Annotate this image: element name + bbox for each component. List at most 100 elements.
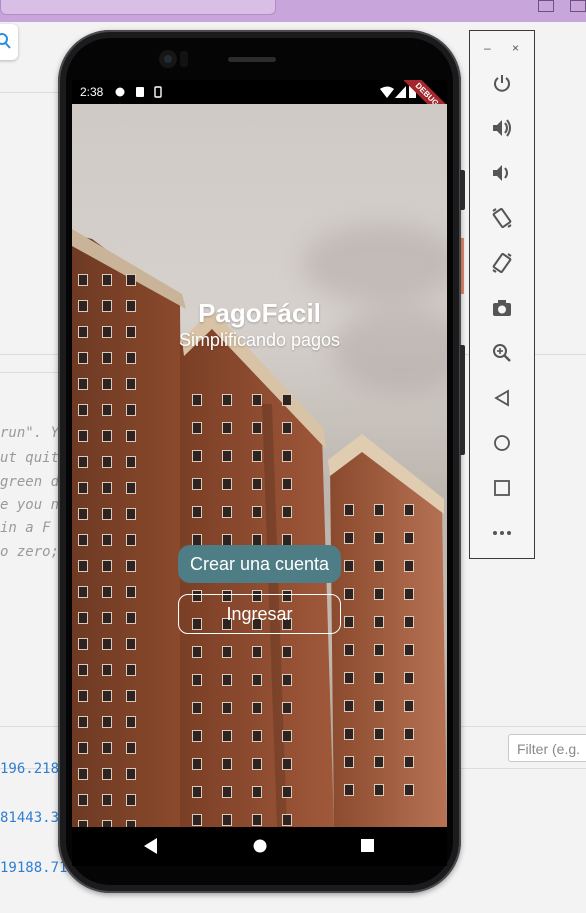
building-window: [252, 730, 262, 742]
building-window: [102, 430, 112, 442]
back-icon[interactable]: [144, 838, 158, 854]
building-window: [374, 532, 384, 544]
building-window: [344, 672, 354, 684]
building-window: [126, 482, 136, 494]
layout-icon-2[interactable]: [570, 0, 586, 12]
building-window: [222, 422, 232, 434]
building-window: [282, 422, 292, 434]
back-button[interactable]: [470, 383, 534, 413]
building-window: [102, 664, 112, 676]
building-window: [78, 820, 88, 827]
building-window: [126, 456, 136, 468]
building-window: [102, 508, 112, 520]
building-window: [252, 758, 262, 770]
screenshot-button[interactable]: [470, 293, 534, 323]
create-account-button[interactable]: Crear una cuenta: [178, 545, 341, 583]
rotate-right-button[interactable]: [470, 248, 534, 278]
welcome-screen: PagoFácil Simplificando pagos Crear una …: [72, 104, 447, 827]
proximity-sensor: [180, 51, 188, 67]
more-button[interactable]: [470, 518, 534, 548]
back-icon: [494, 389, 509, 407]
code-line: in a F: [0, 520, 51, 536]
building-window: [282, 506, 292, 518]
building-window: [78, 664, 88, 676]
building-window: [344, 616, 354, 628]
ide-search-button[interactable]: [0, 24, 18, 60]
android-nav-bar: [72, 827, 447, 866]
volume-down-button[interactable]: [470, 158, 534, 188]
building-window: [78, 612, 88, 624]
home-icon[interactable]: [253, 838, 267, 854]
close-button[interactable]: ×: [512, 41, 519, 55]
rotate-right-icon: [492, 252, 512, 274]
building-window: [222, 478, 232, 490]
building-window: [192, 478, 202, 490]
building-window: [192, 506, 202, 518]
building-window: [126, 716, 136, 728]
building-window: [404, 700, 414, 712]
building-window: [222, 814, 232, 826]
layout-icon[interactable]: [538, 0, 554, 12]
building-window: [78, 456, 88, 468]
building-window: [222, 702, 232, 714]
log-value: 196.218: [0, 761, 60, 777]
volume-up-button[interactable]: [470, 113, 534, 143]
divider: [0, 372, 60, 373]
log-value: 81443.3: [0, 810, 60, 826]
home-button[interactable]: [470, 428, 534, 458]
building-window: [126, 534, 136, 546]
emulator-toolbar: – ×: [469, 30, 535, 559]
zoom-button[interactable]: [470, 338, 534, 368]
power-button[interactable]: [470, 68, 534, 98]
building-window: [404, 504, 414, 516]
overview-button[interactable]: [470, 473, 534, 503]
ide-search-box[interactable]: [0, 0, 276, 15]
building-window: [126, 508, 136, 520]
phone-power-key[interactable]: [460, 170, 465, 210]
phone-volume-key[interactable]: [460, 345, 465, 455]
building-window: [78, 534, 88, 546]
building-window: [126, 586, 136, 598]
building-window: [192, 814, 202, 826]
building-window: [126, 664, 136, 676]
divider: [0, 92, 60, 93]
building-window: [126, 612, 136, 624]
building-window: [126, 352, 136, 364]
filter-input[interactable]: Filter (e.g.: [508, 734, 586, 762]
building-window: [252, 786, 262, 798]
building-window: [344, 644, 354, 656]
building-window: [404, 560, 414, 572]
building-window: [78, 274, 88, 286]
building-window: [126, 820, 136, 827]
notification-icons: [115, 86, 162, 98]
login-button[interactable]: Ingresar: [178, 594, 341, 634]
overview-icon[interactable]: [361, 838, 375, 854]
building-window: [102, 820, 112, 827]
building-window: [344, 728, 354, 740]
building-window: [252, 450, 262, 462]
minimize-button[interactable]: –: [484, 41, 491, 55]
building-window: [102, 482, 112, 494]
building-window: [78, 586, 88, 598]
rotate-left-button[interactable]: [470, 203, 534, 233]
code-line: e you n: [0, 497, 60, 513]
home-icon: [494, 435, 510, 451]
building-window: [252, 814, 262, 826]
search-icon: [0, 33, 11, 49]
power-icon: [494, 75, 510, 92]
building-window: [192, 702, 202, 714]
building-window: [282, 730, 292, 742]
building-window: [102, 352, 112, 364]
building-window: [222, 674, 232, 686]
building-window: [404, 728, 414, 740]
building-window: [126, 378, 136, 390]
code-line: run". Y: [0, 425, 60, 441]
building-window: [78, 404, 88, 416]
building-window: [344, 756, 354, 768]
building-window: [192, 450, 202, 462]
building-window: [78, 378, 88, 390]
building-window: [126, 430, 136, 442]
zoom-icon: [493, 344, 511, 362]
building-window: [282, 646, 292, 658]
building-window: [222, 730, 232, 742]
